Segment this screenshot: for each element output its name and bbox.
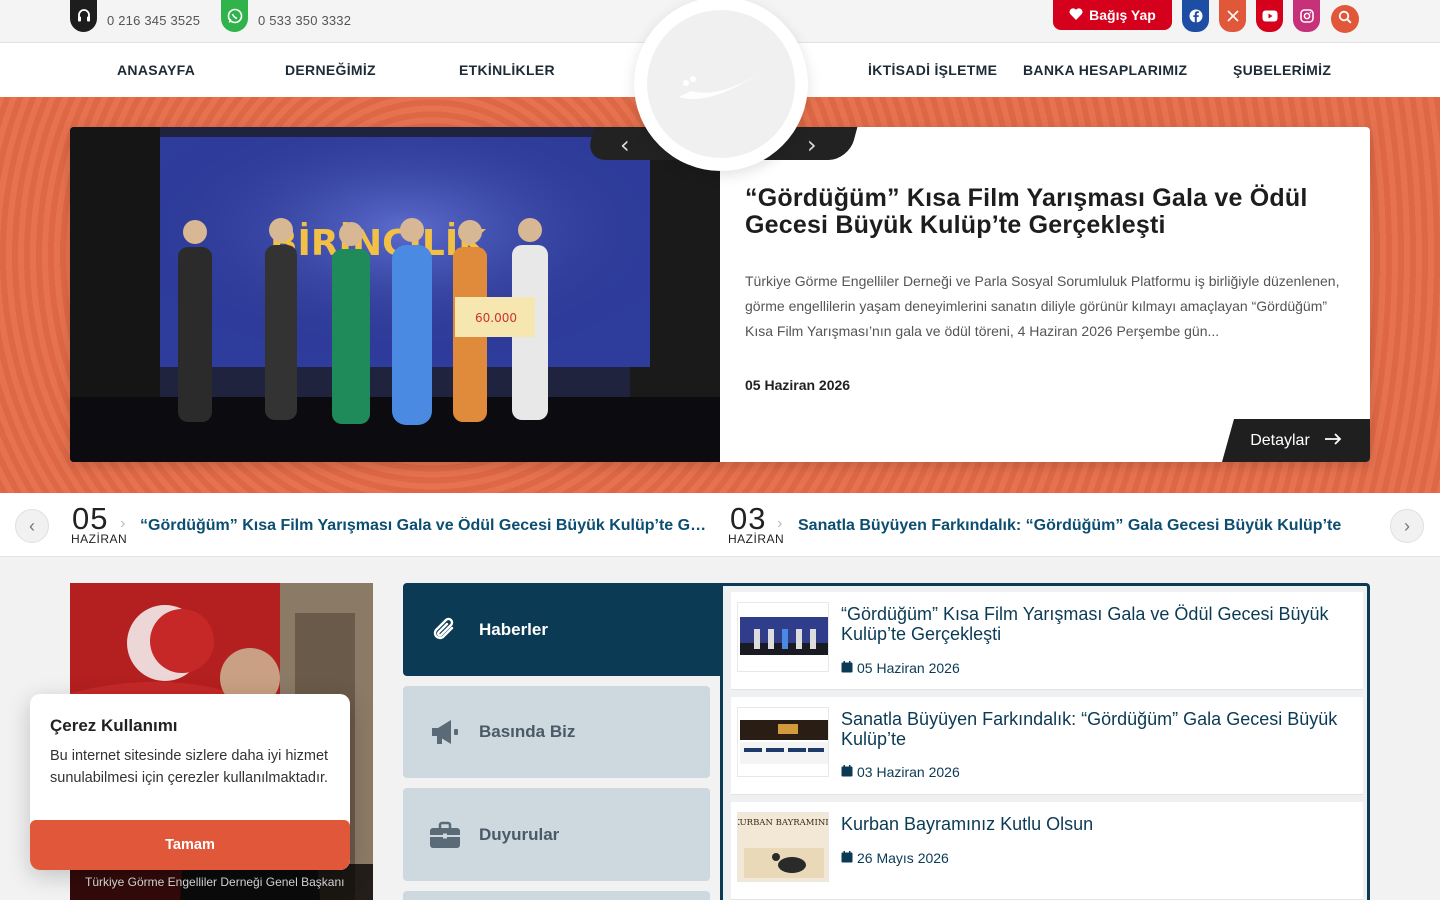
facebook-icon[interactable] xyxy=(1182,0,1209,32)
site-logo[interactable] xyxy=(634,0,808,171)
slide-excerpt: Türkiye Görme Engelliler Derneği ve Parl… xyxy=(745,273,1340,339)
chevron-right-icon: › xyxy=(1404,515,1410,536)
whatsapp-icon xyxy=(221,0,248,32)
chevron-right-icon: › xyxy=(120,515,126,532)
hero-slide[interactable]: BİRİNCİLİK 60.000 ‹ › “Gördüğüm” Kısa Fi… xyxy=(70,127,1370,462)
content-tabs: Haberler Basında Biz Duyurular xyxy=(403,583,723,900)
news-list: “Gördüğüm” Kısa Film Yarışması Gala ve Ö… xyxy=(720,583,1370,900)
nav-association[interactable]: DERNEĞİMİZ xyxy=(285,62,376,78)
tab-label: Basında Biz xyxy=(479,722,576,741)
chevron-left-icon: ‹ xyxy=(29,515,35,536)
search-button[interactable] xyxy=(1331,5,1359,33)
whatsapp-contact[interactable]: 0 533 350 3332 xyxy=(221,0,351,32)
calendar-icon xyxy=(841,660,853,676)
calendar-icon xyxy=(841,764,853,780)
nav-home[interactable]: ANASAYFA xyxy=(117,62,195,78)
tab-press[interactable]: Basında Biz xyxy=(403,686,710,778)
news-item[interactable]: KURBAN BAYRAMINIZ Kurban Bayramınız Kutl… xyxy=(731,802,1363,900)
news-thumbnail: KURBAN BAYRAMINIZ xyxy=(737,812,829,882)
phone-number[interactable]: 0 216 345 3525 xyxy=(107,13,200,28)
logo-mark xyxy=(647,10,795,158)
instagram-icon[interactable] xyxy=(1293,0,1320,32)
arrow-right-icon xyxy=(1324,432,1342,450)
cookie-text: Bu internet sitesinde sizlere daha iyi h… xyxy=(50,748,329,786)
tab-announcements[interactable]: Duyurular xyxy=(403,788,710,881)
nav-branches[interactable]: ŞUBELERİMİZ xyxy=(1233,62,1331,78)
news-date-text: 05 Haziran 2026 xyxy=(857,660,960,676)
thumb-text: KURBAN BAYRAMINIZ xyxy=(738,818,829,828)
news-date-text: 03 Haziran 2026 xyxy=(857,764,960,780)
phone-contact[interactable]: 0 216 345 3525 xyxy=(70,0,200,32)
ticker-item-title[interactable]: “Gördüğüm” Kısa Film Yarışması Gala ve Ö… xyxy=(140,517,710,535)
donate-button[interactable]: Bağış Yap xyxy=(1053,0,1172,30)
prize-amount: 60.000 xyxy=(475,311,517,325)
news-title[interactable]: Kurban Bayramınız Kutlu Olsun xyxy=(841,814,1351,834)
headset-icon xyxy=(70,0,97,32)
news-title[interactable]: Sanatla Büyüyen Farkındalık: “Gördüğüm” … xyxy=(841,709,1351,749)
nav-events[interactable]: ETKİNLİKLER xyxy=(459,62,555,78)
news-thumbnail xyxy=(737,707,829,777)
tab-label: Duyurular xyxy=(479,824,560,844)
news-ticker: ‹ 05 HAZİRAN › “Gördüğüm” Kısa Film Yarı… xyxy=(0,493,1440,557)
event-photo: BİRİNCİLİK 60.000 xyxy=(70,127,720,462)
nav-bank-accounts[interactable]: BANKA HESAPLARIMIZ xyxy=(1023,62,1187,78)
ticker-month: HAZİRAN xyxy=(71,532,128,546)
tab-label: Haberler xyxy=(479,619,548,639)
briefcase-icon xyxy=(425,821,465,849)
cookie-title: Çerez Kullanımı xyxy=(50,716,178,735)
news-date-text: 26 Mayıs 2026 xyxy=(857,850,949,866)
news-item[interactable]: Sanatla Büyüyen Farkındalık: “Gördüğüm” … xyxy=(731,697,1363,795)
slide-date: 05 Haziran 2026 xyxy=(745,377,851,393)
paperclip-icon xyxy=(425,615,465,645)
ticker-item-title[interactable]: Sanatla Büyüyen Farkındalık: “Gördüğüm” … xyxy=(798,517,1370,535)
slide-prev-arrow[interactable]: ‹ xyxy=(620,131,630,159)
details-button[interactable]: Detaylar xyxy=(1222,419,1370,462)
chevron-right-icon: › xyxy=(777,515,783,532)
heart-icon xyxy=(1069,7,1083,23)
search-icon xyxy=(1338,10,1352,29)
news-date: 05 Haziran 2026 xyxy=(841,660,960,676)
whatsapp-number[interactable]: 0 533 350 3332 xyxy=(258,13,351,28)
nav-enterprise[interactable]: İKTİSADİ İŞLETME xyxy=(868,62,997,78)
news-thumbnail xyxy=(737,602,829,672)
donate-label: Bağış Yap xyxy=(1089,7,1156,23)
news-date: 26 Mayıs 2026 xyxy=(841,850,949,866)
slide-next-arrow[interactable]: › xyxy=(807,131,817,159)
x-icon[interactable] xyxy=(1219,0,1246,32)
news-date: 03 Haziran 2026 xyxy=(841,764,960,780)
calendar-icon xyxy=(841,850,853,866)
ticker-month: HAZİRAN xyxy=(728,532,785,546)
news-title[interactable]: “Gördüğüm” Kısa Film Yarışması Gala ve Ö… xyxy=(841,604,1351,644)
slide-title[interactable]: “Gördüğüm” Kısa Film Yarışması Gala ve Ö… xyxy=(745,185,1355,239)
youtube-icon[interactable] xyxy=(1256,0,1283,32)
ticker-next-button[interactable]: › xyxy=(1390,509,1424,543)
cookie-banner: Çerez Kullanımı Bu internet sitesinde si… xyxy=(30,694,350,870)
megaphone-icon xyxy=(425,717,465,747)
news-item[interactable]: “Gördüğüm” Kısa Film Yarışması Gala ve Ö… xyxy=(731,592,1363,690)
ticker-prev-button[interactable]: ‹ xyxy=(15,509,49,543)
tab-more[interactable] xyxy=(403,891,710,900)
cookie-accept-button[interactable]: Tamam xyxy=(30,820,350,870)
tab-news[interactable]: Haberler xyxy=(403,583,723,676)
details-label: Detaylar xyxy=(1250,431,1310,449)
